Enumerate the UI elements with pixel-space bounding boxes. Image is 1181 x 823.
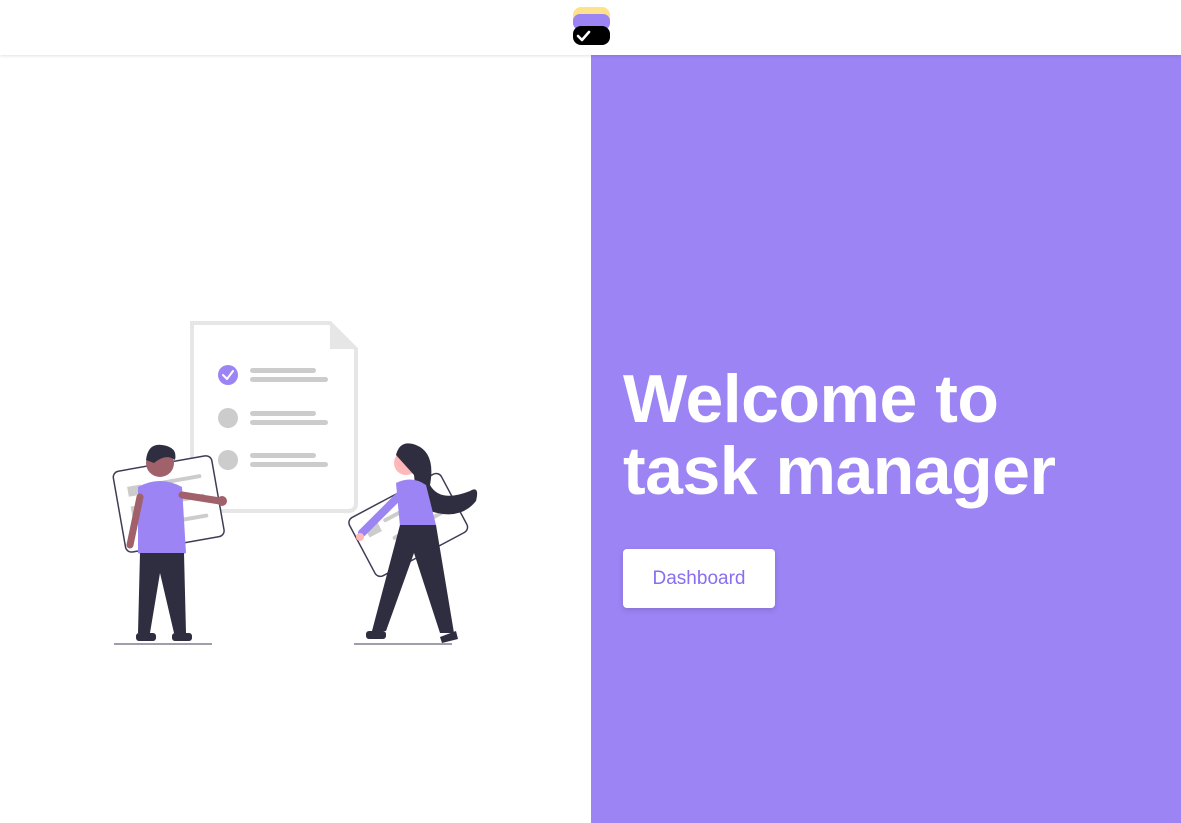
left-panel: [0, 55, 591, 823]
hero-title-line-2: task manager: [623, 433, 1056, 509]
hero-title: Welcome to task manager: [623, 361, 1056, 509]
hero-title-line-1: Welcome to: [623, 361, 999, 437]
people-with-checklist-illustration: [100, 315, 490, 660]
top-header: [0, 0, 1181, 55]
task-check-logo-icon[interactable]: [572, 6, 611, 46]
hero-panel: Welcome to task manager Dashboard: [591, 55, 1181, 823]
dashboard-button[interactable]: Dashboard: [623, 549, 775, 608]
